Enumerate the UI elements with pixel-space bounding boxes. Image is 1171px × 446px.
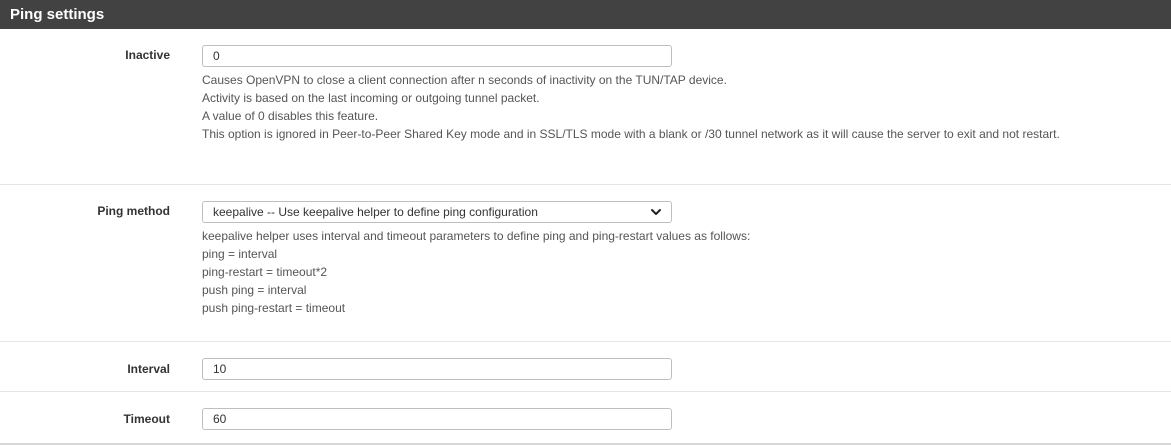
inactive-help-line: A value of 0 disables this feature. [202,109,379,123]
inactive-help-line: Activity is based on the last incoming o… [202,91,540,105]
inactive-help: Causes OpenVPN to close a client connect… [202,71,1152,143]
interval-label: Interval [127,362,170,376]
ping-method-row: Ping method keepalive -- Use keepalive h… [0,185,1171,342]
ping-method-label: Ping method [97,204,170,218]
panel-title: Ping settings [0,0,1171,29]
timeout-input[interactable] [202,408,672,430]
ping-method-help-line: keepalive helper uses interval and timeo… [202,229,751,243]
ping-settings-panel: Ping settings Inactive Causes OpenVPN to… [0,0,1171,445]
ping-method-help: keepalive helper uses interval and timeo… [202,227,1152,317]
ping-method-help-line: push ping-restart = timeout [202,301,346,315]
chevron-down-icon [651,209,661,215]
ping-method-select[interactable]: keepalive -- Use keepalive helper to def… [202,201,672,223]
inactive-input[interactable] [202,45,672,67]
inactive-help-line: Causes OpenVPN to close a client connect… [202,73,727,87]
interval-input[interactable] [202,358,672,380]
ping-method-help-line: ping = interval [202,247,278,261]
inactive-row: Inactive Causes OpenVPN to close a clien… [0,29,1171,185]
ping-method-selected: keepalive -- Use keepalive helper to def… [213,205,538,219]
ping-method-help-line: ping-restart = timeout*2 [202,265,328,279]
timeout-row: Timeout [0,392,1171,445]
timeout-label: Timeout [123,412,170,426]
inactive-label: Inactive [125,48,170,62]
ping-method-help-line: push ping = interval [202,283,307,297]
inactive-help-line: This option is ignored in Peer-to-Peer S… [202,127,1060,141]
interval-row: Interval [0,342,1171,392]
